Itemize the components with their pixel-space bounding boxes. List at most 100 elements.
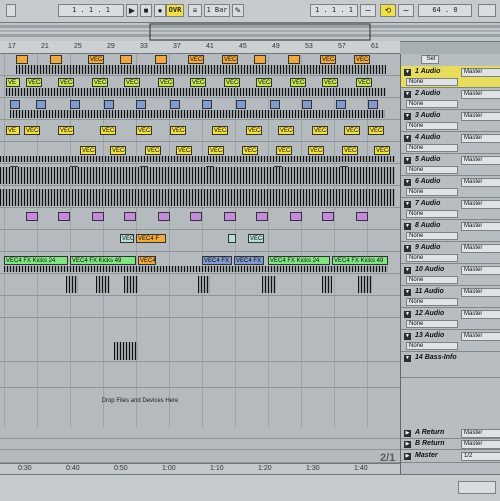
quantize-menu[interactable]: 1 Bar (204, 4, 230, 17)
clip[interactable]: VEC4 (246, 126, 262, 135)
track-header-13[interactable]: ▼ 13 Audio Master None (401, 330, 500, 352)
fold-toggle-icon[interactable]: ▼ (404, 69, 411, 76)
output-routing-select[interactable]: Master (461, 429, 500, 438)
input-routing-select[interactable]: None (406, 188, 458, 196)
clip[interactable]: VEC4 (374, 146, 390, 155)
clip[interactable] (254, 55, 266, 64)
clip[interactable] (256, 212, 268, 221)
clip[interactable] (368, 100, 378, 109)
clip[interactable]: VEC4 FX Kicks 24 (268, 256, 330, 265)
input-routing-select[interactable]: None (406, 320, 458, 328)
output-routing-select[interactable]: Master (461, 90, 500, 99)
output-routing-select[interactable]: Master (461, 178, 500, 187)
clip[interactable]: VEC4 FX Kicks 49 (70, 256, 136, 265)
track-lane-12[interactable] (0, 296, 400, 318)
clip[interactable] (36, 100, 46, 109)
input-routing-select[interactable]: None (406, 254, 458, 262)
clip[interactable]: VEC4 (145, 146, 161, 155)
clip[interactable]: VEC4 (58, 126, 74, 135)
track-lane-4[interactable]: VE VEC4 VEC4 VEC4 VEC4 VEC4 VEC4 VEC4 VE… (0, 120, 400, 142)
clip[interactable]: VEC4 (188, 55, 204, 64)
clip[interactable]: VEC4 (58, 78, 74, 87)
fold-toggle-icon[interactable]: ▼ (404, 245, 411, 252)
track-lane-3[interactable] (0, 98, 400, 120)
output-routing-select[interactable]: Master (461, 68, 500, 77)
clip[interactable]: VEC4 (170, 126, 186, 135)
track-lane-13[interactable] (0, 318, 400, 362)
master-track-header[interactable]: ▶ Master 1/2 (401, 450, 500, 463)
clip[interactable]: VEC4 FX Kicks 24 (4, 256, 68, 265)
return-track-header[interactable]: ▶ A Return Master (401, 428, 500, 439)
clip[interactable]: VEC4 (26, 78, 42, 87)
clip[interactable] (224, 212, 236, 221)
beat-ruler[interactable]: 17 21 25 29 33 37 41 45 49 53 57 61 (0, 41, 400, 54)
clip[interactable] (356, 212, 368, 221)
input-routing-select[interactable]: None (406, 210, 458, 218)
input-routing-select[interactable]: None (406, 78, 458, 86)
track-lane-6[interactable] (0, 164, 400, 186)
fold-toggle-icon[interactable]: ▼ (404, 157, 411, 164)
clip[interactable]: VEC4 (248, 234, 264, 243)
fold-toggle-icon[interactable]: ▼ (404, 113, 411, 120)
loop-length-field[interactable]: 64 . 0 (418, 4, 472, 17)
return-lane-b[interactable] (0, 439, 400, 450)
fold-toggle-icon[interactable]: ▼ (404, 91, 411, 98)
output-routing-select[interactable]: Master (461, 200, 500, 209)
input-routing-select[interactable]: None (406, 122, 458, 130)
clip[interactable]: VEC4 (100, 126, 116, 135)
automation-arm-icon[interactable]: ≡ (188, 4, 202, 17)
record-button[interactable]: ● (154, 4, 166, 17)
draw-mode-icon[interactable]: ✎ (232, 4, 244, 17)
clip[interactable]: VEC4 FX (202, 256, 232, 265)
clip[interactable]: VEC4 (308, 146, 324, 155)
input-routing-select[interactable]: None (406, 342, 458, 350)
punch-out-icon[interactable]: ∼ (398, 4, 414, 17)
fold-toggle-icon[interactable]: ▼ (404, 135, 411, 142)
clip[interactable]: VEC4 (24, 126, 40, 135)
clip[interactable]: VEC4 (322, 78, 338, 87)
clip[interactable]: VEC4 (136, 126, 152, 135)
clip[interactable] (236, 100, 246, 109)
clip[interactable]: VEC4 (110, 146, 126, 155)
set-button[interactable]: Set (421, 55, 439, 64)
clip[interactable]: VEC4 (222, 55, 238, 64)
track-header-8[interactable]: ▼ 8 Audio Master None (401, 220, 500, 242)
clip[interactable]: VEC4 (80, 146, 96, 155)
master-output-select[interactable]: 1/2 (461, 452, 500, 461)
fold-toggle-icon[interactable]: ▼ (404, 179, 411, 186)
clip[interactable]: VEC4 (320, 55, 336, 64)
clip[interactable] (70, 100, 80, 109)
track-lane-10[interactable]: VEC4 FX Kicks 24 VEC4 FX Kicks 49 VEC4 V… (0, 252, 400, 274)
fold-toggle-icon[interactable]: ▼ (404, 223, 411, 230)
follow-button[interactable] (6, 4, 16, 17)
input-routing-select[interactable]: None (406, 144, 458, 152)
output-routing-select[interactable]: Master (461, 112, 500, 121)
fold-toggle-icon[interactable]: ▼ (404, 355, 411, 362)
clip[interactable]: VEC4 (242, 146, 258, 155)
clip[interactable] (290, 212, 302, 221)
fold-toggle-icon[interactable]: ▶ (404, 430, 411, 437)
output-routing-select[interactable]: Master (461, 440, 500, 449)
clip[interactable]: VEC4 (176, 146, 192, 155)
track-lane-9[interactable]: VEC4 VEC4 F VEC4 (0, 230, 400, 252)
output-routing-select[interactable]: Master (461, 332, 500, 341)
clip[interactable]: VEC4 (190, 78, 206, 87)
clip[interactable]: VEC4 (208, 146, 224, 155)
clip[interactable] (124, 212, 136, 221)
clip[interactable] (270, 100, 280, 109)
output-routing-select[interactable]: Master (461, 310, 500, 319)
clip[interactable]: VEC4 F (136, 234, 166, 243)
clip[interactable]: VEC4 FX Kicks 49 (332, 256, 388, 265)
return-track-header[interactable]: ▶ B Return Master (401, 439, 500, 450)
fold-toggle-icon[interactable]: ▼ (404, 201, 411, 208)
track-lane-11[interactable] (0, 274, 400, 296)
overdub-button[interactable]: OVR (166, 4, 184, 17)
clip[interactable] (120, 55, 132, 64)
track-header-4[interactable]: ▼ 4 Audio Master None (401, 132, 500, 154)
track-header-9[interactable]: ▼ 9 Audio Master None (401, 242, 500, 264)
clip[interactable] (104, 100, 114, 109)
input-routing-select[interactable]: None (406, 166, 458, 174)
clip[interactable]: VEC4 (120, 234, 134, 243)
track-header-7[interactable]: ▼ 7 Audio Master None (401, 198, 500, 220)
clip[interactable] (190, 212, 202, 221)
